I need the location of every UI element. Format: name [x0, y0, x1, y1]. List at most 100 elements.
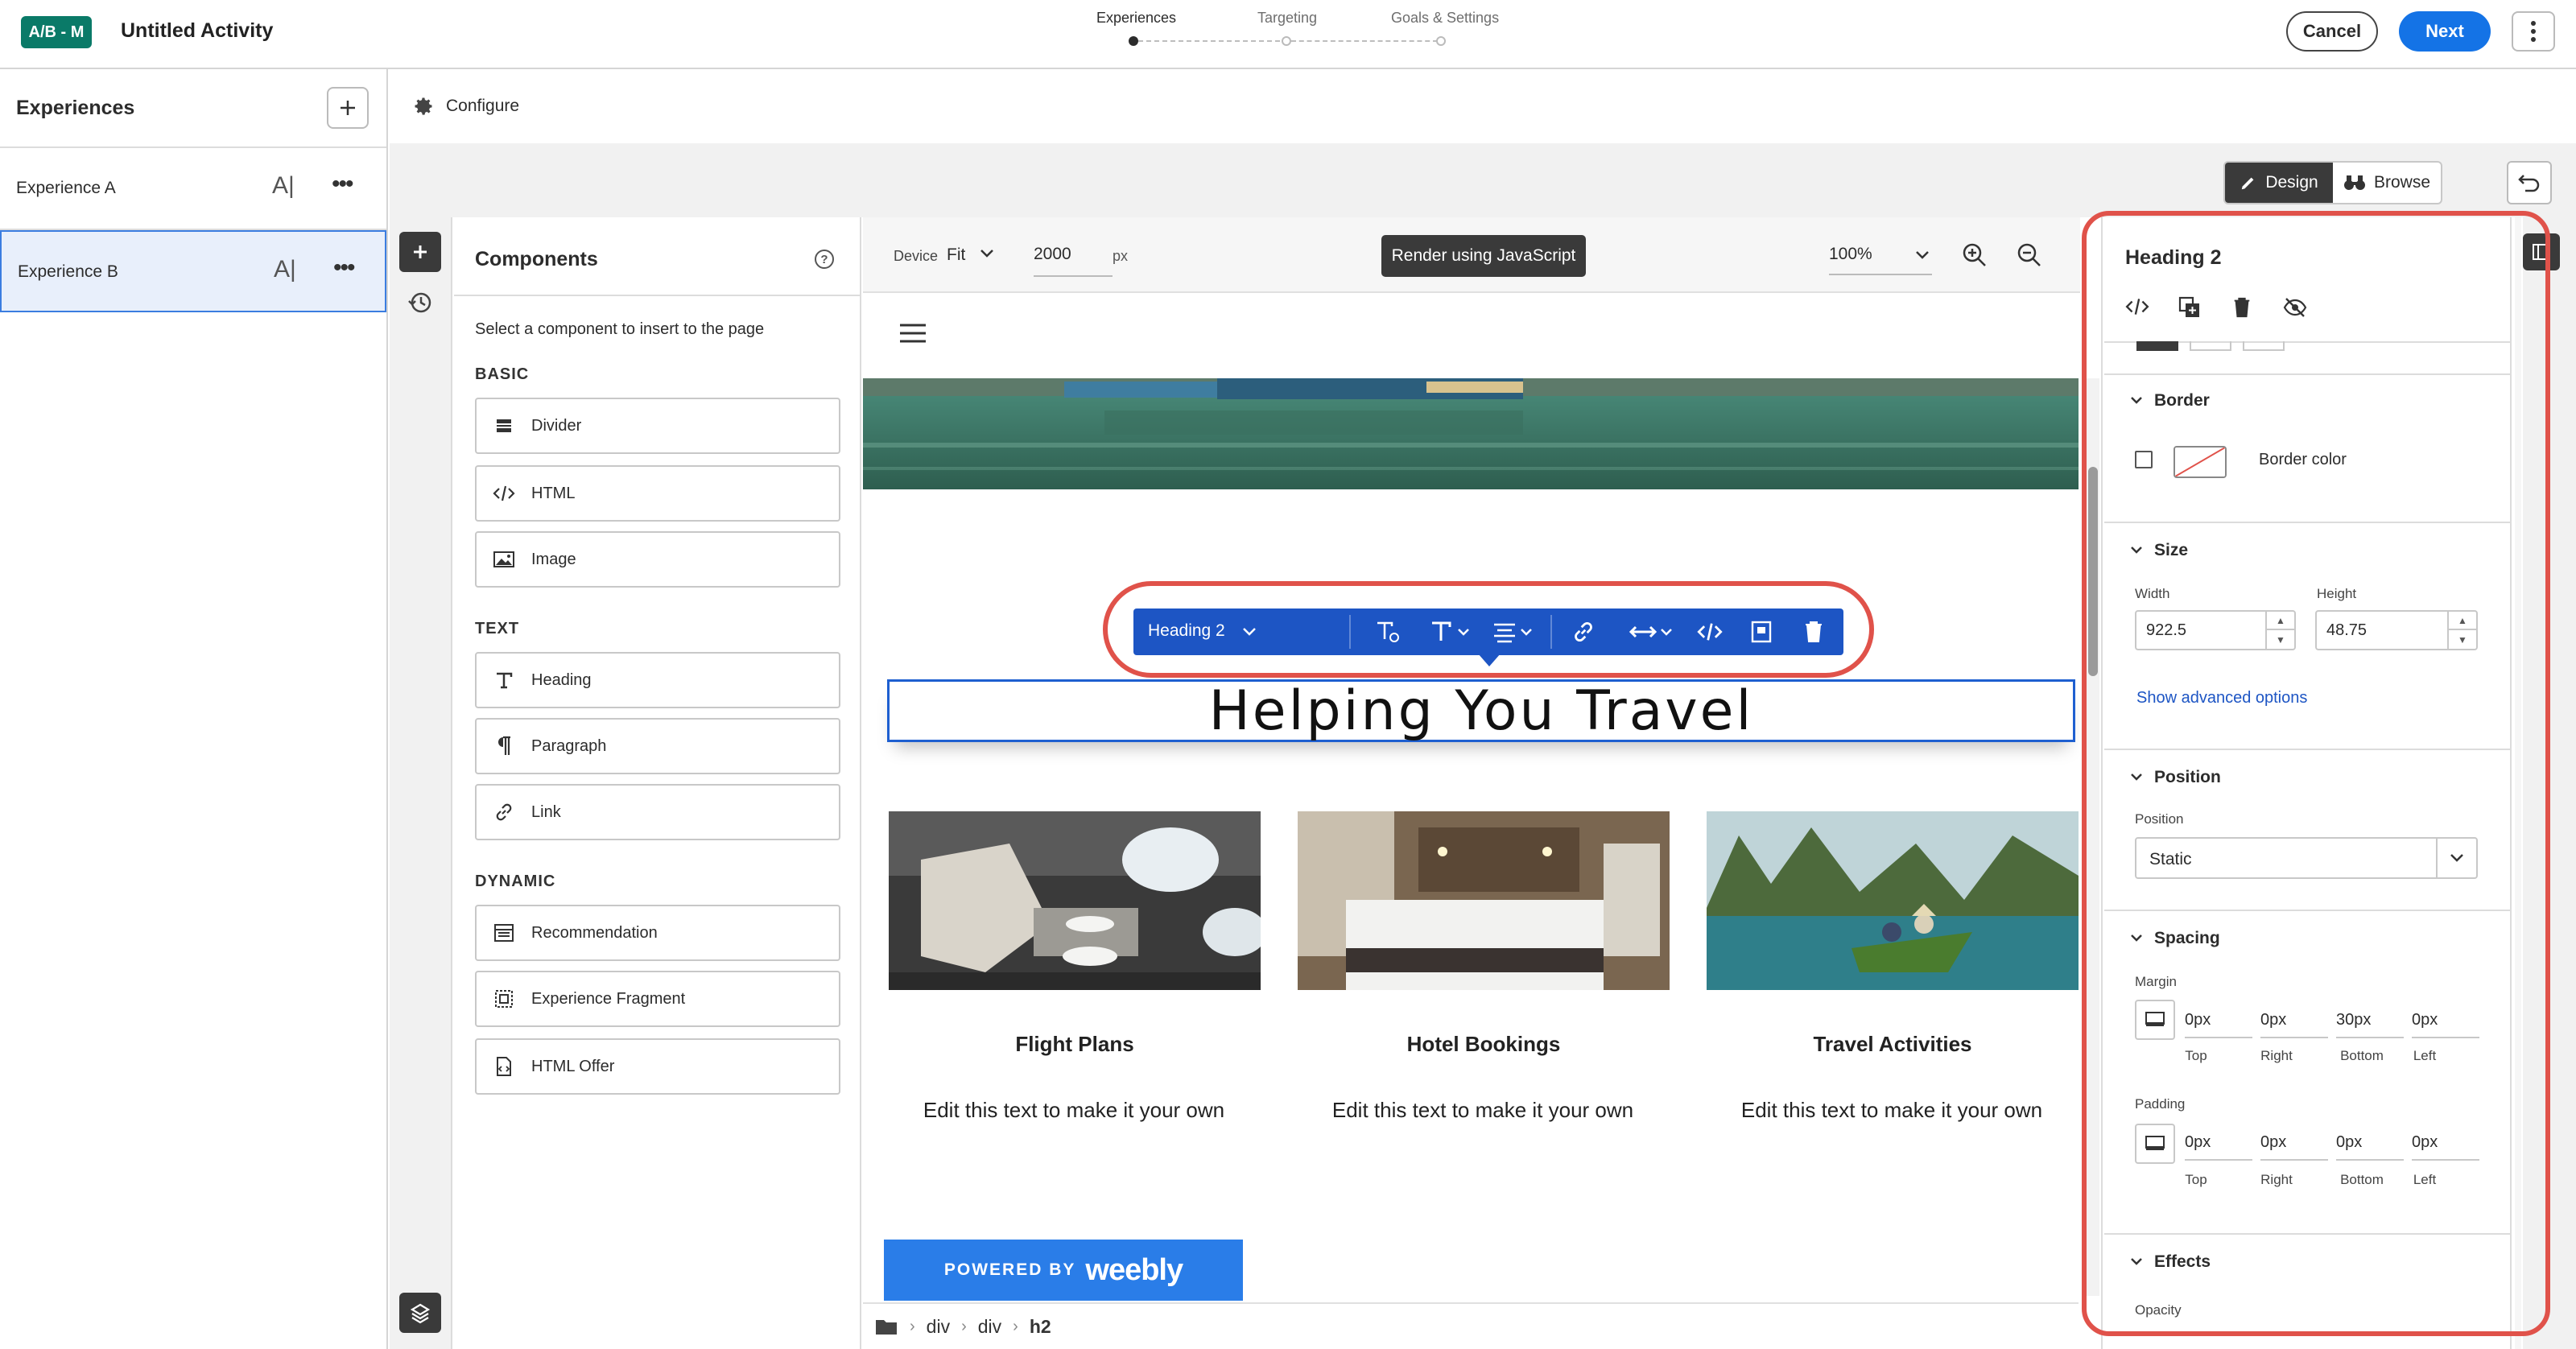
- add-component-icon[interactable]: [399, 232, 441, 272]
- card-text[interactable]: Edit this text to make it your own: [873, 1098, 1275, 1123]
- more-options-icon[interactable]: [2512, 11, 2555, 52]
- component-label: Divider: [531, 416, 582, 435]
- activity-title[interactable]: Untitled Activity: [121, 19, 273, 43]
- card-title[interactable]: Hotel Bookings: [1298, 1032, 1670, 1057]
- card-image-hotel[interactable]: [1298, 811, 1670, 990]
- configure-label: Configure: [446, 97, 520, 115]
- chevron-down-icon[interactable]: [1914, 250, 1930, 261]
- card-text[interactable]: Edit this text to make it your own: [1282, 1098, 1684, 1123]
- design-label: Design: [2265, 173, 2318, 192]
- browse-mode-button[interactable]: Browse: [2333, 163, 2441, 203]
- chevron-down-icon[interactable]: [1241, 626, 1257, 637]
- card-image-travel[interactable]: [1707, 811, 2079, 990]
- weebly-badge[interactable]: POWERED BY weebly: [884, 1240, 1243, 1301]
- component-paragraph[interactable]: Paragraph: [475, 718, 840, 774]
- card-title[interactable]: Travel Activities: [1707, 1032, 2079, 1057]
- experiences-header: Experiences: [16, 97, 135, 119]
- heading-text[interactable]: Helping You Travel: [1209, 679, 1754, 743]
- add-experience-button[interactable]: [327, 87, 369, 129]
- offer-icon: [477, 1056, 531, 1077]
- component-link[interactable]: Link: [475, 784, 840, 840]
- next-button[interactable]: Next: [2399, 11, 2491, 52]
- component-heading[interactable]: Heading: [475, 652, 840, 708]
- pencil-icon: [2242, 177, 2254, 190]
- render-javascript-button[interactable]: Render using JavaScript: [1381, 235, 1586, 277]
- image-replace-icon[interactable]: [1750, 620, 1773, 644]
- trash-icon[interactable]: [1803, 620, 1824, 644]
- chevron-down-icon[interactable]: [979, 248, 995, 259]
- highlight-annotation: [2082, 211, 2550, 1336]
- experience-row[interactable]: Experience A A| •••: [0, 148, 386, 230]
- font-size-icon[interactable]: [1430, 620, 1475, 644]
- cancel-button[interactable]: Cancel: [2286, 11, 2378, 52]
- device-select[interactable]: Fit: [947, 245, 965, 265]
- breadcrumb-separator: ›: [910, 1317, 915, 1335]
- more-icon[interactable]: •••: [332, 171, 353, 198]
- undo-icon[interactable]: [2507, 161, 2552, 204]
- text-style-icon[interactable]: [1375, 620, 1402, 644]
- step-targeting[interactable]: Targeting: [1257, 10, 1317, 27]
- component-html[interactable]: HTML: [475, 465, 840, 522]
- folder-icon[interactable]: [874, 1317, 898, 1336]
- step-dot: [1282, 36, 1291, 46]
- width-unit: px: [1113, 248, 1129, 264]
- component-experience-fragment[interactable]: Experience Fragment: [475, 971, 840, 1027]
- step-dot: [1436, 36, 1446, 46]
- resize-horizontal-icon[interactable]: [1629, 620, 1678, 644]
- components-title: Components: [475, 248, 598, 270]
- more-icon[interactable]: •••: [333, 254, 355, 282]
- component-label: Paragraph: [531, 736, 607, 755]
- step-dot-active: [1129, 36, 1138, 46]
- component-label: Link: [531, 802, 561, 821]
- breadcrumb-separator: ›: [961, 1317, 967, 1335]
- browse-label: Browse: [2373, 173, 2431, 192]
- zoom-in-icon[interactable]: [1961, 241, 1988, 269]
- component-divider[interactable]: Divider: [475, 398, 840, 454]
- powered-by-text: POWERED BY: [943, 1260, 1076, 1279]
- fragment-icon: [477, 988, 531, 1009]
- selected-heading-element[interactable]: Helping You Travel: [887, 679, 2075, 743]
- device-label: Device: [894, 248, 939, 264]
- rename-icon[interactable]: A|: [274, 256, 296, 283]
- experience-row-selected[interactable]: Experience B A| •••: [0, 230, 386, 312]
- width-input[interactable]: 2000: [1034, 237, 1113, 277]
- layers-icon[interactable]: [399, 1293, 441, 1333]
- binoculars-icon: [2343, 175, 2365, 190]
- section-title: BASIC: [475, 365, 530, 383]
- inline-element-toolbar[interactable]: Heading 2: [1133, 608, 1843, 655]
- heading-icon: [477, 670, 531, 690]
- breadcrumb-current[interactable]: h2: [1030, 1316, 1051, 1338]
- card-text[interactable]: Edit this text to make it your own: [1690, 1098, 2093, 1123]
- align-icon[interactable]: [1492, 620, 1538, 644]
- element-type-select[interactable]: Heading 2: [1148, 621, 1225, 641]
- step-connector: [1138, 40, 1280, 42]
- mode-toggle[interactable]: Design Browse: [2223, 161, 2442, 204]
- breadcrumb-separator: ›: [1013, 1317, 1018, 1335]
- breadcrumb-item[interactable]: div: [927, 1316, 950, 1338]
- history-icon[interactable]: [407, 290, 433, 316]
- help-icon[interactable]: ?: [815, 250, 834, 269]
- step-goals-settings[interactable]: Goals & Settings: [1391, 10, 1499, 27]
- card-title[interactable]: Flight Plans: [889, 1032, 1261, 1057]
- experience-label: Experience A: [16, 179, 116, 197]
- component-recommendation[interactable]: Recommendation: [475, 905, 840, 961]
- link-icon[interactable]: [1571, 620, 1596, 644]
- step-connector: [1291, 40, 1438, 42]
- step-experiences[interactable]: Experiences: [1096, 10, 1176, 27]
- zoom-out-icon[interactable]: [2016, 241, 2043, 269]
- design-mode-button[interactable]: Design: [2225, 163, 2333, 203]
- configure-button[interactable]: Configure: [412, 95, 519, 118]
- component-label: HTML: [531, 484, 576, 502]
- component-html-offer[interactable]: HTML Offer: [475, 1038, 840, 1095]
- code-icon[interactable]: [1697, 620, 1723, 644]
- breadcrumb-item[interactable]: div: [978, 1316, 1001, 1338]
- element-breadcrumb: › div › div › h2: [863, 1302, 2079, 1349]
- hero-image[interactable]: [863, 378, 2079, 489]
- component-image[interactable]: Image: [475, 531, 840, 588]
- card-image-flight[interactable]: [889, 811, 1261, 990]
- section-title: DYNAMIC: [475, 873, 556, 890]
- rename-icon[interactable]: A|: [272, 172, 295, 200]
- component-label: HTML Offer: [531, 1057, 615, 1075]
- tool-rail: [390, 217, 452, 1349]
- hamburger-menu-icon[interactable]: [898, 322, 927, 344]
